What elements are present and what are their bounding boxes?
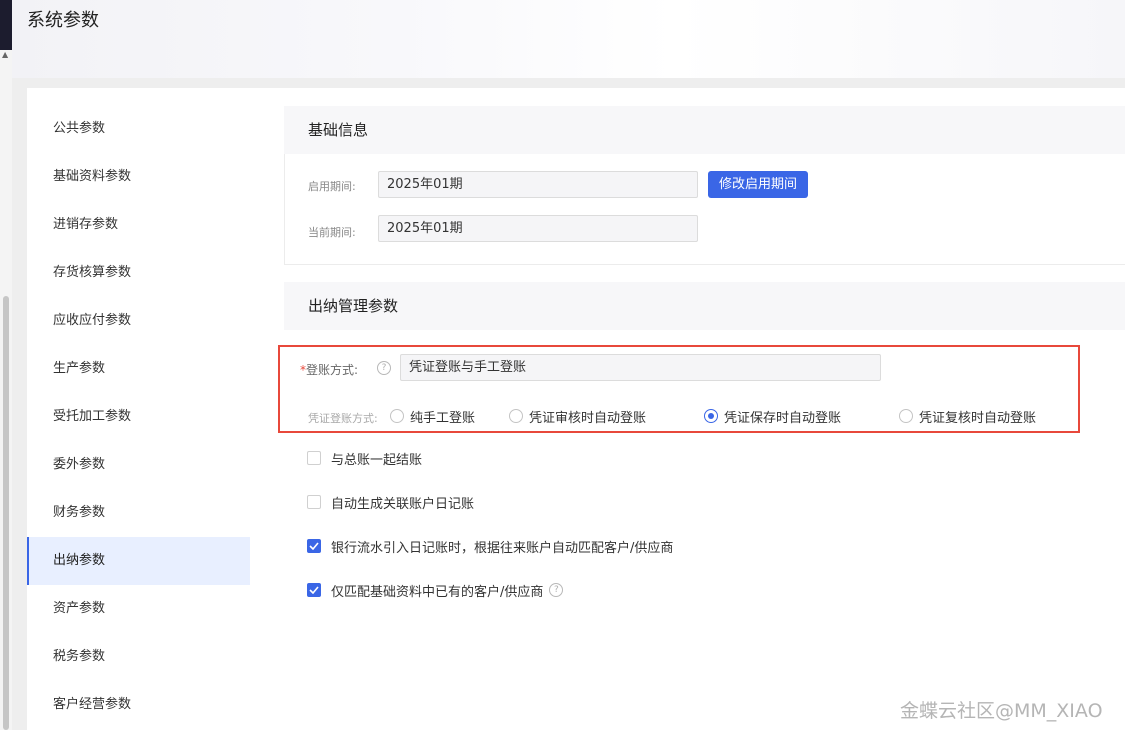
current-period-label: 当前期间: xyxy=(308,226,356,239)
posting-method-help-icon[interactable]: ? xyxy=(377,361,391,375)
radio-label: 纯手工登账 xyxy=(410,410,476,426)
checkbox-label: 仅匹配基础资料中已有的客户/供应商 xyxy=(331,584,544,600)
checkmark-icon xyxy=(309,542,319,550)
radio-auto-on-review[interactable]: 凭证复核时自动登账 xyxy=(899,406,1036,426)
sidebar-item-cashier[interactable]: 出纳参数 xyxy=(27,537,250,585)
checkbox-box[interactable] xyxy=(307,451,321,465)
checkbox-label: 与总账一起结账 xyxy=(331,452,423,468)
scroll-up-arrow-icon[interactable]: ▲ xyxy=(2,51,8,59)
sidebar-item-public[interactable]: 公共参数 xyxy=(27,105,250,153)
sidebar-item-assets[interactable]: 资产参数 xyxy=(27,585,250,633)
voucher-posting-label: 凭证登账方式: xyxy=(308,412,378,425)
sidebar-item-inventory[interactable]: 进销存参数 xyxy=(27,201,250,249)
checkbox-label: 银行流水引入日记账时，根据往来账户自动匹配客户/供应商 xyxy=(331,540,674,556)
sidebar-item-production[interactable]: 生产参数 xyxy=(27,345,250,393)
checkbox-match-existing-only[interactable]: 仅匹配基础资料中已有的客户/供应商 ? xyxy=(307,580,564,600)
sidebar-item-receivable-payable[interactable]: 应收应付参数 xyxy=(27,297,250,345)
radio-auto-on-save[interactable]: 凭证保存时自动登账 xyxy=(704,406,841,426)
sidebar-item-tax[interactable]: 税务参数 xyxy=(27,633,250,681)
radio-label: 凭证保存时自动登账 xyxy=(724,410,842,426)
sidebar-item-finance[interactable]: 财务参数 xyxy=(27,489,250,537)
checkbox-box-checked[interactable] xyxy=(307,539,321,553)
sidebar-item-outsourcing[interactable]: 委外参数 xyxy=(27,441,250,489)
start-period-label: 启用期间: xyxy=(308,180,356,193)
radio-button[interactable] xyxy=(509,409,523,423)
checkbox-close-with-ledger[interactable]: 与总账一起结账 xyxy=(307,448,422,468)
radio-button[interactable] xyxy=(899,409,913,423)
scrollbar-thumb[interactable] xyxy=(3,296,9,730)
sidebar-item-basic-data[interactable]: 基础资料参数 xyxy=(27,153,250,201)
checkbox-auto-linked-journal[interactable]: 自动生成关联账户日记账 xyxy=(307,492,474,512)
checkbox-box[interactable] xyxy=(307,495,321,509)
posting-method-label: *登账方式: xyxy=(300,361,358,378)
radio-manual-posting[interactable]: 纯手工登账 xyxy=(390,406,475,426)
posting-method-label-text: 登账方式: xyxy=(306,363,359,377)
checkbox-auto-match-partner[interactable]: 银行流水引入日记账时，根据往来账户自动匹配客户/供应商 xyxy=(307,536,673,556)
posting-method-field[interactable]: 凭证登账与手工登账 xyxy=(400,354,881,381)
window-edge xyxy=(0,0,12,52)
sidebar: 公共参数 基础资料参数 进销存参数 存货核算参数 应收应付参数 生产参数 受托加… xyxy=(27,88,250,730)
radio-label: 凭证审核时自动登账 xyxy=(529,410,647,426)
title-bar xyxy=(0,0,1125,78)
checkbox-label: 自动生成关联账户日记账 xyxy=(331,496,475,512)
section-cashier-title: 出纳管理参数 xyxy=(284,282,1125,330)
sidebar-item-consigned-processing[interactable]: 受托加工参数 xyxy=(27,393,250,441)
radio-button[interactable] xyxy=(390,409,404,423)
current-period-field[interactable]: 2025年01期 xyxy=(378,215,698,242)
section-basic-info-title: 基础信息 xyxy=(284,106,1125,154)
radio-auto-on-audit[interactable]: 凭证审核时自动登账 xyxy=(509,406,646,426)
modify-start-period-button[interactable]: 修改启用期间 xyxy=(708,171,808,198)
main-content: 基础信息 启用期间: 2025年01期 修改启用期间 当前期间: 2025年01… xyxy=(250,88,1125,730)
sidebar-item-stock-costing[interactable]: 存货核算参数 xyxy=(27,249,250,297)
sidebar-item-customer-operation[interactable]: 客户经营参数 xyxy=(27,681,250,729)
radio-button-selected[interactable] xyxy=(704,409,718,423)
page-title: 系统参数 xyxy=(27,10,99,31)
watermark: 金蝶云社区@MM_XIAO xyxy=(900,700,1103,722)
start-period-field[interactable]: 2025年01期 xyxy=(378,171,698,198)
match-existing-help-icon[interactable]: ? xyxy=(549,583,564,597)
checkmark-icon xyxy=(309,586,319,594)
checkbox-box-checked[interactable] xyxy=(307,583,321,597)
radio-label: 凭证复核时自动登账 xyxy=(919,410,1037,426)
